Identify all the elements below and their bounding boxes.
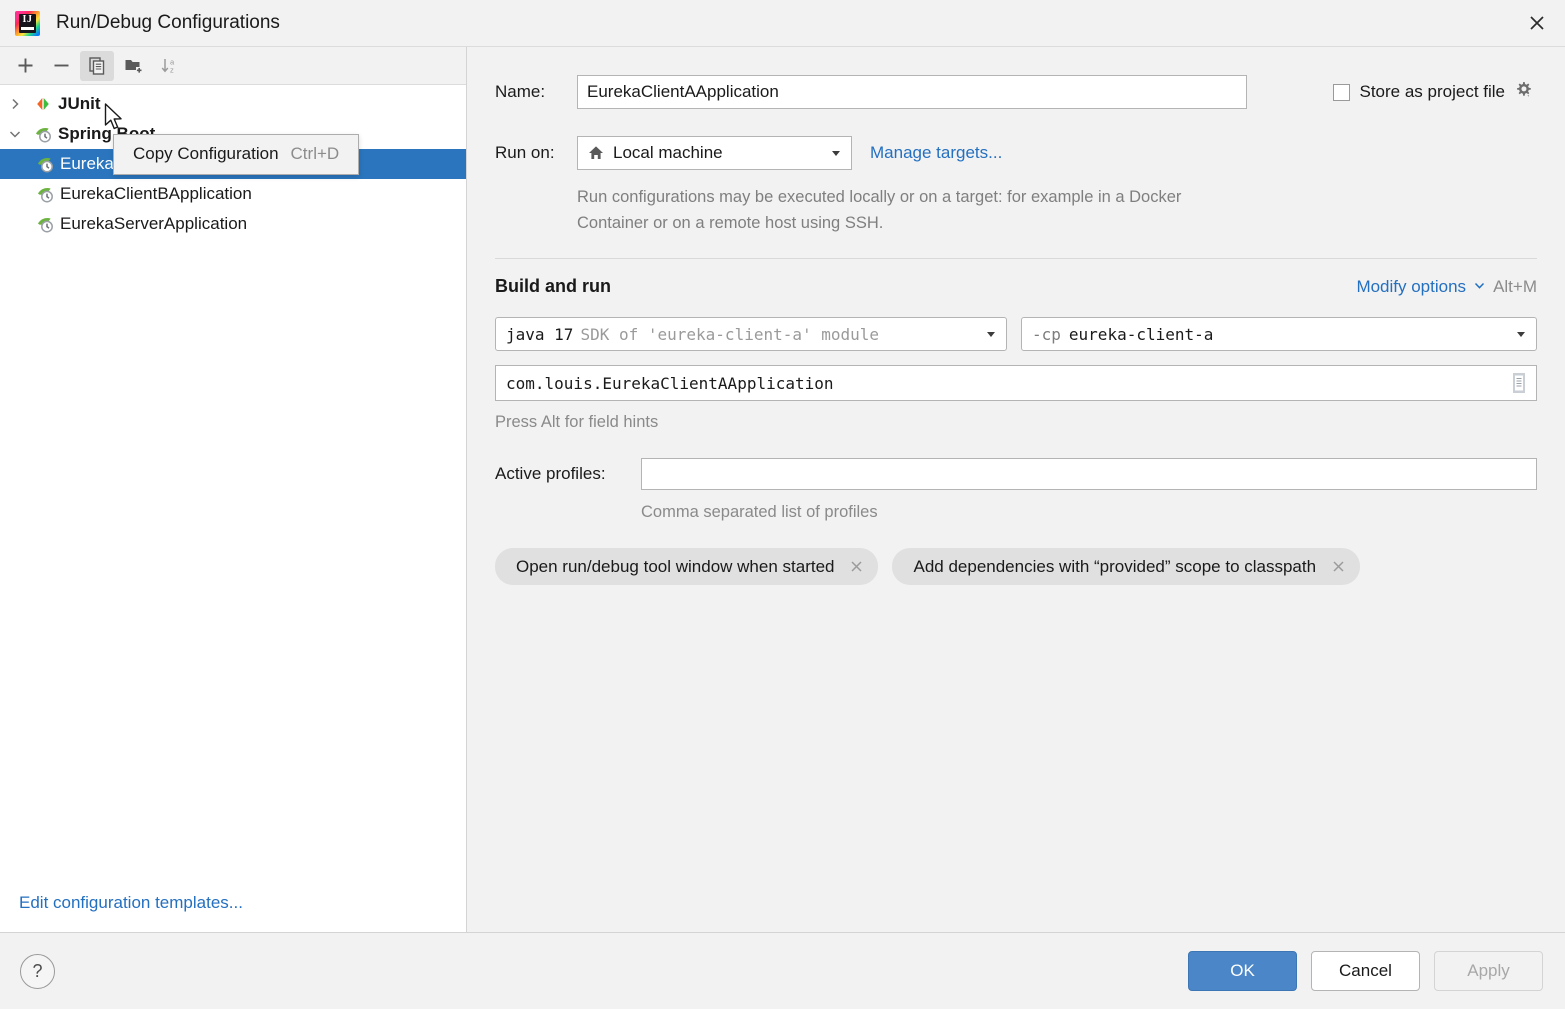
run-on-help-text: Run configurations may be executed local…	[577, 188, 1182, 232]
footer-buttons: OK Cancel Apply	[1188, 951, 1543, 991]
active-profiles-hint: Comma separated list of profiles	[641, 503, 878, 521]
configurations-sidebar: a z JUnit Spring Boot EurekaClientBAppli…	[0, 47, 467, 932]
dialog-body: a z JUnit Spring Boot EurekaClientBAppli…	[0, 47, 1565, 933]
chip-label: Open run/debug tool window when started	[516, 556, 835, 576]
ok-button[interactable]: OK	[1188, 951, 1297, 991]
name-input[interactable]: EurekaClientAApplication	[577, 75, 1247, 109]
field-hints-text: Press Alt for field hints	[495, 413, 659, 431]
spring-boot-icon	[32, 155, 58, 174]
run-on-select[interactable]: Local machine	[577, 136, 852, 170]
window-title: Run/Debug Configurations	[56, 12, 280, 33]
chevron-down-icon[interactable]	[976, 327, 1006, 341]
home-icon	[587, 144, 605, 162]
chevron-right-icon[interactable]	[0, 97, 30, 111]
tooltip-shortcut: Ctrl+D	[290, 144, 340, 163]
close-icon[interactable]	[1509, 0, 1565, 45]
chevron-down-icon[interactable]	[1473, 279, 1486, 292]
configuration-editor-panel: Name: EurekaClientAApplication Store as …	[467, 47, 1565, 932]
dialog-footer: ? OK Cancel Apply	[0, 933, 1565, 1009]
tree-item-eureka-client-b[interactable]: EurekaClientBApplication	[0, 179, 466, 209]
store-as-project-file-label: Store as project file	[1359, 82, 1505, 101]
close-small-icon[interactable]	[1330, 559, 1346, 575]
manage-targets-link[interactable]: Manage targets...	[870, 143, 1002, 163]
main-class-input[interactable]: com.louis.EurekaClientAApplication	[495, 365, 1537, 401]
build-and-run-header: Build and run Modify options Alt+M	[495, 276, 1537, 297]
spring-boot-icon	[30, 125, 56, 144]
store-as-project-file-group: Store as project file	[1333, 80, 1537, 104]
build-and-run-title: Build and run	[495, 276, 611, 296]
name-label: Name:	[495, 82, 546, 101]
gear-icon[interactable]	[1514, 80, 1533, 104]
classpath-prefix: -cp	[1032, 324, 1061, 344]
junit-icon	[30, 95, 56, 113]
tree-item-eureka-server[interactable]: EurekaServerApplication	[0, 209, 466, 239]
tree-item-label: EurekaServerApplication	[60, 214, 248, 233]
title-bar: IJ Run/Debug Configurations	[0, 0, 1565, 47]
active-profiles-row: Active profiles:	[495, 458, 1537, 490]
configurations-tree: JUnit Spring Boot EurekaClientBApplicati…	[0, 85, 466, 874]
copy-configuration-tooltip: Copy Configuration Ctrl+D	[113, 134, 360, 175]
tooltip-label: Copy Configuration	[133, 144, 279, 163]
classpath-module-select[interactable]: -cp eureka-client-a	[1021, 317, 1537, 351]
apply-button[interactable]: Apply	[1434, 951, 1543, 991]
cancel-button[interactable]: Cancel	[1311, 951, 1420, 991]
section-divider	[495, 258, 1537, 259]
edit-configuration-templates-link[interactable]: Edit configuration templates...	[0, 874, 466, 932]
classpath-module-value: eureka-client-a	[1068, 324, 1214, 344]
main-class-value: com.louis.EurekaClientAApplication	[506, 373, 834, 393]
chevron-down-icon[interactable]	[1506, 327, 1536, 341]
chip-label: Add dependencies with “provided” scope t…	[913, 556, 1317, 576]
tree-item-label: EurekaClientBApplication	[60, 184, 252, 203]
run-on-value: Local machine	[613, 143, 723, 162]
copy-configuration-button[interactable]	[80, 50, 114, 81]
intellij-idea-logo-icon: IJ	[15, 10, 40, 36]
sort-az-button[interactable]: a z	[152, 51, 186, 81]
spring-boot-icon	[32, 215, 58, 234]
remove-configuration-button[interactable]	[44, 51, 78, 81]
active-profiles-input[interactable]	[641, 458, 1537, 490]
chevron-down-icon[interactable]	[0, 127, 30, 141]
chevron-down-icon[interactable]	[821, 146, 851, 160]
tree-group-junit-label: JUnit	[58, 94, 101, 113]
store-as-project-file-checkbox[interactable]	[1333, 83, 1351, 101]
jre-select[interactable]: java 17 SDK of 'eureka-client-a' module	[495, 317, 1007, 351]
svg-text:z: z	[170, 66, 174, 75]
active-profiles-label: Active profiles:	[495, 464, 606, 483]
run-on-row: Run on: Local machine Manage targets...	[495, 136, 1537, 170]
modify-options-link[interactable]: Modify options	[1356, 277, 1466, 297]
jre-value: java 17	[506, 324, 574, 344]
name-row: Name: EurekaClientAApplication Store as …	[495, 75, 1537, 109]
browse-class-icon[interactable]	[1502, 366, 1536, 400]
spring-boot-icon	[32, 185, 58, 204]
run-on-label: Run on:	[495, 143, 555, 162]
modify-options-shortcut: Alt+M	[1493, 277, 1537, 296]
new-folder-button[interactable]	[116, 51, 150, 81]
jre-module-hint: SDK of 'eureka-client-a' module	[580, 324, 880, 344]
chip-open-run-debug-tool-window[interactable]: Open run/debug tool window when started	[495, 548, 879, 585]
run-debug-configurations-dialog: IJ Run/Debug Configurations a z JUnit Sp…	[0, 0, 1565, 1009]
chip-add-provided-dependencies[interactable]: Add dependencies with “provided” scope t…	[892, 548, 1361, 585]
sidebar-toolbar: a z	[0, 47, 466, 85]
add-configuration-button[interactable]	[8, 51, 42, 81]
options-chips: Open run/debug tool window when started …	[495, 548, 1537, 585]
tree-group-junit[interactable]: JUnit	[0, 89, 466, 119]
help-icon[interactable]: ?	[20, 953, 55, 989]
close-small-icon[interactable]	[848, 559, 864, 575]
sdk-classpath-row: java 17 SDK of 'eureka-client-a' module …	[495, 317, 1537, 351]
